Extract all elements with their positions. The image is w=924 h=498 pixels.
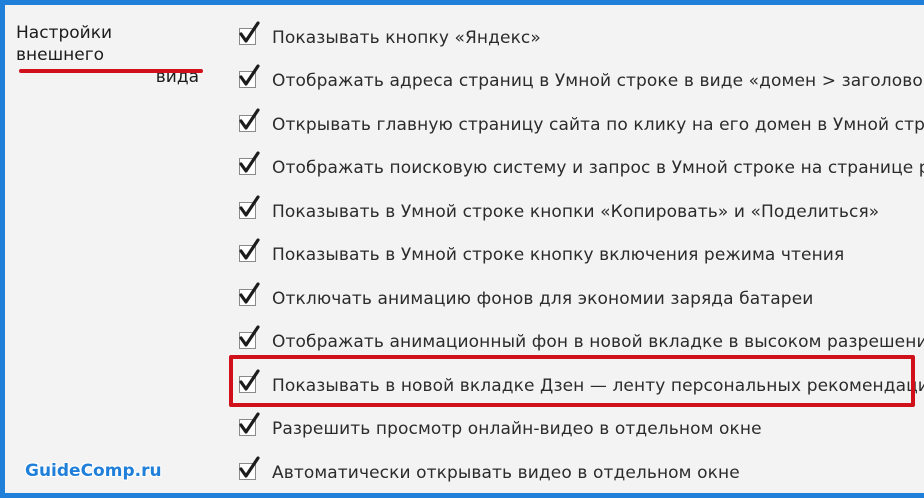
watermark: GuideComp.ru (25, 461, 162, 481)
option-label: Отображать поисковую систему и запрос в … (272, 158, 924, 178)
checkbox[interactable] (239, 107, 260, 132)
checkbox[interactable] (239, 411, 260, 436)
option-row[interactable]: Открывать главную страницу сайта по клик… (239, 107, 924, 142)
option-label: Отображать адреса страниц в Умной строке… (272, 71, 924, 91)
checkbox[interactable] (239, 20, 260, 45)
option-row[interactable]: Отображать поисковую систему и запрос в … (239, 150, 924, 185)
option-row[interactable]: Отображать анимационный фон в новой вкла… (239, 324, 924, 359)
checkbox[interactable] (239, 194, 260, 219)
option-row[interactable]: Показывать кнопку «Яндекс» (239, 20, 541, 55)
option-label: Показывать в Умной строке кнопки «Копиро… (272, 202, 880, 222)
option-label: Показывать в Умной строке кнопку включен… (272, 245, 845, 265)
checkbox[interactable] (239, 63, 260, 88)
checkbox[interactable] (239, 324, 260, 349)
options-list: Показывать кнопку «Яндекс» Отображать адр… (5, 5, 924, 493)
option-row[interactable]: Отключать анимацию фонов для экономии за… (239, 281, 814, 316)
highlight-annotation-box (229, 355, 915, 407)
option-label: Отключать анимацию фонов для экономии за… (272, 289, 814, 309)
option-label: Автоматически открывать видео в отдельно… (272, 463, 740, 483)
checkbox[interactable] (239, 237, 260, 262)
option-row[interactable]: Разрешить просмотр онлайн-видео в отдель… (239, 411, 762, 446)
option-label: Отображать анимационный фон в новой вкла… (272, 332, 924, 352)
option-row[interactable]: Отображать адреса страниц в Умной строке… (239, 63, 924, 98)
settings-frame: Настройки внешнего вида Показывать кнопк… (0, 0, 924, 498)
option-row[interactable]: Показывать в Умной строке кнопку включен… (239, 237, 845, 272)
checkbox[interactable] (239, 455, 260, 480)
option-label: Открывать главную страницу сайта по клик… (272, 115, 924, 135)
checkbox[interactable] (239, 150, 260, 175)
checkbox[interactable] (239, 281, 260, 306)
option-label: Показывать кнопку «Яндекс» (272, 28, 541, 48)
option-label: Разрешить просмотр онлайн-видео в отдель… (272, 419, 762, 439)
option-row[interactable]: Автоматически открывать видео в отдельно… (239, 455, 740, 490)
option-row[interactable]: Показывать в Умной строке кнопки «Копиро… (239, 194, 880, 229)
